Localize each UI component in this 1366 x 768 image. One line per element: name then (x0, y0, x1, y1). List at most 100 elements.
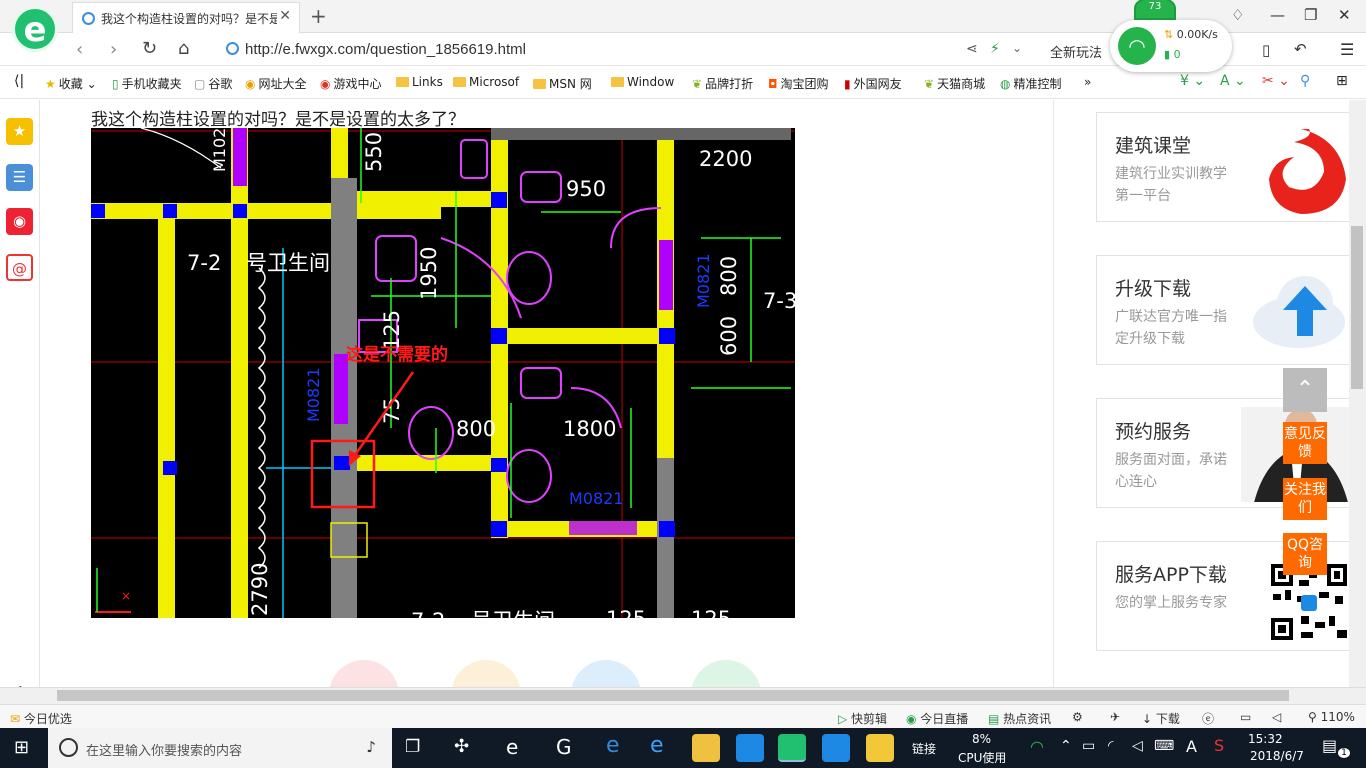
pin-icon[interactable]: ✈ (1110, 710, 1120, 724)
favorites-star-icon[interactable]: ★ (6, 118, 33, 145)
share-icon[interactable]: ⋖ (966, 41, 978, 57)
card-building-class[interactable]: 建筑课堂 建筑行业实训教学第一平台 (1096, 112, 1349, 222)
network-widget[interactable]: ◠ ⇅ 0.00K/s ▮ 0 (1110, 20, 1232, 72)
card-title: 预约服务 (1115, 421, 1192, 443)
cad-dim-text: 950 (566, 177, 606, 201)
favorite-button[interactable] (451, 660, 521, 687)
edge-legacy-icon[interactable]: e (506, 735, 518, 759)
qq-consult-button[interactable]: QQ咨询 (1283, 533, 1327, 575)
refresh-icon[interactable]: ↻ (142, 38, 157, 59)
window-icon[interactable]: ▭ (1240, 710, 1251, 724)
input-method-icon[interactable]: A (1186, 737, 1197, 756)
status-item[interactable]: ▷ 快剪辑 (838, 710, 887, 727)
taskbar-search[interactable]: 在这里输入你要搜索的内容 ♪ (48, 728, 392, 768)
bookmark-item[interactable]: ❦ 天猫商城 (924, 75, 985, 92)
status-item[interactable]: ▤ 热点资讯 (988, 710, 1051, 727)
status-item[interactable]: ↓ 下载 (1142, 710, 1180, 727)
bookmark-item[interactable]: ▯ 手机收藏夹 (112, 75, 182, 92)
shirt-icon[interactable]: ♢ (1231, 6, 1244, 24)
browser-taskbar-icon[interactable] (778, 734, 806, 762)
settings-status-icon[interactable]: ⚙ (1072, 710, 1083, 724)
volume-tray-icon[interactable]: ◁ (1132, 738, 1143, 754)
top-button[interactable] (691, 660, 761, 687)
horizontal-scroll-thumb[interactable] (57, 690, 1289, 701)
sogou-icon[interactable]: S (1214, 736, 1224, 755)
links-toolbar[interactable]: 链接 (912, 740, 936, 757)
maximize-button[interactable]: ❐ (1304, 6, 1317, 24)
keyboard-icon[interactable]: ⌨ (1154, 738, 1174, 754)
email-icon[interactable]: @ (6, 254, 33, 281)
collapse-icon[interactable]: ⟨| (14, 73, 24, 89)
close-window-button[interactable]: ✕ (1338, 6, 1351, 24)
bookmark-item[interactable]: ▮ 外国网友 (844, 75, 902, 92)
tab-close-icon[interactable]: ✕ (279, 8, 291, 24)
clock-time[interactable]: 15:32 (1248, 732, 1283, 746)
undo-icon[interactable]: ↶ (1294, 40, 1307, 58)
volume-icon[interactable]: ◁ (1272, 710, 1281, 724)
search-icon[interactable]: ⚲ (1300, 73, 1310, 89)
minimize-button[interactable]: — (1270, 6, 1285, 24)
yen-icon[interactable]: ¥ ⌄ (1180, 73, 1205, 89)
bookmark-item[interactable]: ◍ 精准控制 (1000, 75, 1062, 92)
ie-taskbar-icon[interactable]: e (650, 733, 664, 758)
status-item[interactable]: ◉ 今日直播 (906, 710, 968, 727)
bookmark-item[interactable]: Window (611, 75, 674, 89)
follow-us-button[interactable]: 关注我们 (1283, 478, 1327, 520)
back-icon[interactable]: ‹ (76, 39, 83, 60)
clock-date[interactable]: 2018/6/7 (1250, 749, 1304, 763)
weibo-icon[interactable]: ◉ (6, 208, 33, 235)
card-upgrade-download[interactable]: 升级下载 广联达官方唯一指定升级下载 (1096, 255, 1349, 365)
like-button[interactable] (329, 660, 399, 687)
url-input[interactable]: http://e.fwxgx.com/question_1856619.html (226, 41, 526, 58)
vertical-scroll-thumb[interactable] (1351, 226, 1363, 389)
daily-picks[interactable]: ✉ 今日优选 (10, 710, 72, 727)
glodon-app-icon[interactable] (736, 734, 764, 762)
menu-icon[interactable]: ☰ (1340, 40, 1354, 59)
browser-logo-icon[interactable]: e (12, 6, 58, 52)
windows-start-icon[interactable]: ⊞ (14, 737, 29, 758)
home-icon[interactable]: ⌂ (178, 38, 189, 59)
bookmark-item[interactable]: ◘ 淘宝团购 (768, 75, 829, 92)
bookmark-item[interactable]: ◉ 网址大全 (245, 75, 307, 92)
vertical-scrollbar[interactable] (1349, 100, 1366, 687)
lightning-icon[interactable]: ⚡ (990, 41, 1000, 57)
battery-tray-icon[interactable]: ▭ (1082, 738, 1095, 754)
bookmark-item[interactable]: ★ 收藏 ⌄ (45, 75, 97, 92)
wifi-tray-icon[interactable]: ◠ (1030, 737, 1044, 756)
apps-icon[interactable]: ⊞ (1336, 73, 1348, 89)
edge-icon[interactable]: e (606, 733, 620, 758)
promo-link[interactable]: 全新玩法 (1050, 42, 1102, 61)
tablet-icon[interactable]: ▯ (1262, 41, 1270, 59)
feedback-button[interactable]: 意见反馈 (1283, 422, 1327, 464)
bookmark-item[interactable]: ▢ 谷歌 (194, 75, 232, 92)
swirl-app-icon[interactable]: G (556, 735, 572, 759)
bookmark-item[interactable]: ❦ 品牌打折 (692, 75, 753, 92)
network-tray-icon[interactable]: ◜ (1108, 738, 1113, 754)
new-tab-button[interactable]: + (310, 4, 327, 28)
fan-app-icon[interactable]: ✣ (454, 736, 469, 757)
back-to-top-button[interactable]: ⌃ (1283, 368, 1327, 412)
scissors-icon[interactable]: ✂ ⌄ (1262, 73, 1290, 89)
score-badge[interactable]: 73 (1134, 0, 1176, 20)
tab-active[interactable]: 我这个构造柱设置的对吗？是不是 ✕ (72, 2, 300, 33)
cortana-icon (59, 738, 78, 757)
list-icon[interactable]: ☰ (6, 164, 33, 191)
file-explorer-icon[interactable] (692, 734, 720, 762)
task-view-icon[interactable]: ❐ (405, 737, 420, 757)
tray-expand-icon[interactable]: ⌃ (1060, 738, 1072, 754)
share-button[interactable] (571, 660, 641, 687)
notes-app-icon[interactable] (866, 734, 894, 762)
bookmark-item[interactable]: Microsof (453, 75, 519, 89)
translate-icon[interactable]: A ⌄ (1220, 73, 1246, 89)
bookmark-item[interactable]: ◉ 游戏中心 (320, 75, 382, 92)
more-bookmarks-icon[interactable]: » (1084, 75, 1091, 89)
dropdown-icon[interactable]: ⌄ (1012, 41, 1022, 55)
bookmark-item[interactable]: MSN 网 (533, 75, 592, 92)
ie-icon[interactable]: ⓔ (1202, 710, 1214, 727)
cad-drawing[interactable]: 550 950 2200 1950 125 800 600 75 800 180… (91, 128, 795, 618)
bookmark-item[interactable]: Links (396, 75, 443, 89)
action-center-icon[interactable]: ▤ (1322, 736, 1337, 755)
forward-icon[interactable]: › (110, 39, 117, 60)
plus-app-icon[interactable] (822, 734, 850, 762)
zoom-level[interactable]: ⚲ 110% (1308, 710, 1355, 724)
